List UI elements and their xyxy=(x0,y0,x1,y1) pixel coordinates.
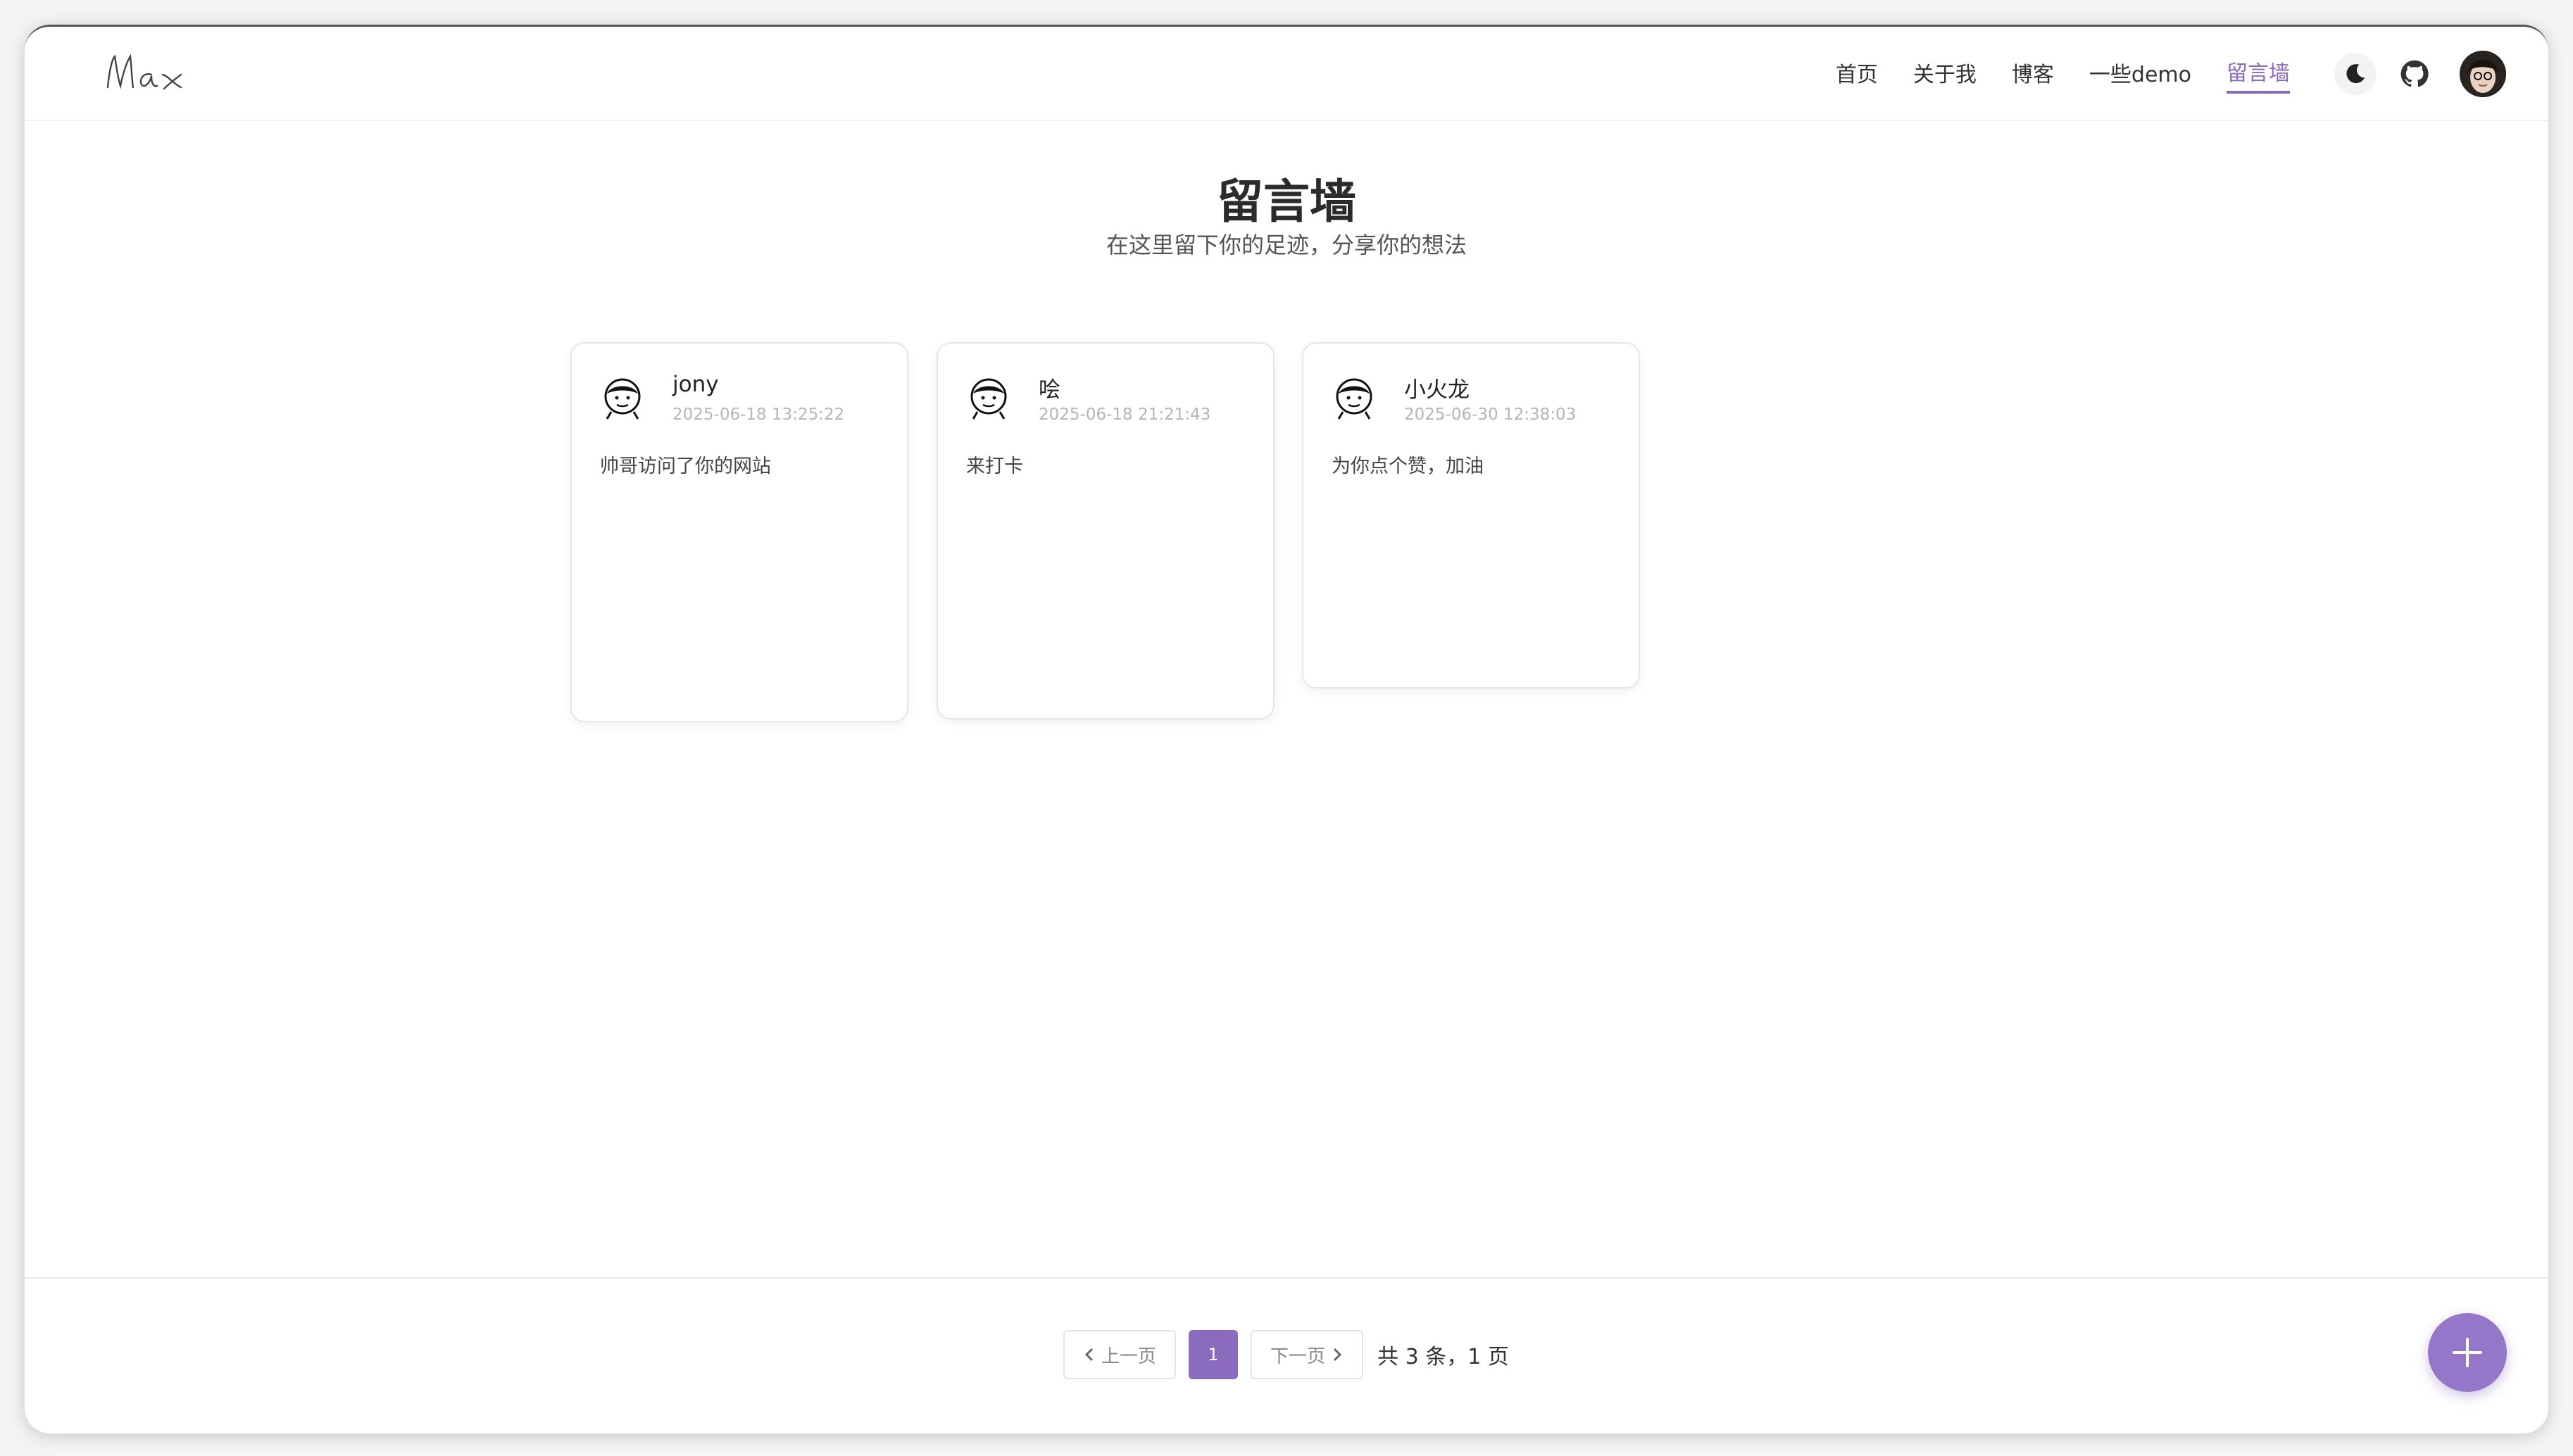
message-text: 帅哥访问了你的网站 xyxy=(600,456,771,477)
page-subtitle: 在这里留下你的足迹，分享你的想法 xyxy=(1106,232,1467,258)
message-card[interactable]: 哙 2025-06-18 21:21:43 来打卡 xyxy=(937,342,1275,720)
nav-item-home[interactable]: 首页 xyxy=(1836,57,1878,92)
message-author: 小火龙 xyxy=(1404,377,1470,403)
nav-icons xyxy=(2317,49,2506,99)
nav-item-guestbook[interactable]: 留言墙 xyxy=(2227,56,2290,94)
page-title: 留言墙 xyxy=(1217,175,1356,229)
user-avatar[interactable] xyxy=(2460,51,2506,97)
message-author: jony xyxy=(672,372,719,397)
message-text: 为你点个赞，加油 xyxy=(1332,456,1484,477)
prev-page-label: 上一页 xyxy=(1101,1345,1157,1367)
nav-item-blog[interactable]: 博客 xyxy=(2012,57,2054,92)
pagination-total: 共 3 条，1 页 xyxy=(1377,1345,1509,1369)
moon-icon xyxy=(2346,64,2365,84)
site-logo[interactable] xyxy=(102,44,201,103)
message-author: 哙 xyxy=(1039,377,1060,403)
message-text: 来打卡 xyxy=(966,456,1023,477)
github-button[interactable] xyxy=(2393,53,2436,95)
message-card[interactable]: 小火龙 2025-06-30 12:38:03 为你点个赞，加油 xyxy=(1302,342,1640,689)
plus-icon xyxy=(2453,1338,2482,1367)
github-icon xyxy=(2400,60,2429,87)
theme-toggle-button[interactable] xyxy=(2334,53,2377,95)
face-avatar-icon xyxy=(1336,378,1372,420)
main-nav: 首页 关于我 博客 一些demo 留言墙 xyxy=(1801,55,2290,94)
add-message-button[interactable] xyxy=(2428,1313,2507,1392)
chevron-left-icon xyxy=(1084,1348,1094,1362)
message-time: 2025-06-18 13:25:22 xyxy=(672,406,845,424)
message-card[interactable]: jony 2025-06-18 13:25:22 帅哥访问了你的网站 xyxy=(570,342,908,722)
message-time: 2025-06-30 12:38:03 xyxy=(1404,406,1577,424)
face-avatar-icon xyxy=(970,378,1007,420)
top-navbar: 首页 关于我 博客 一些demo 留言墙 xyxy=(25,27,2548,121)
prev-page-button[interactable]: 上一页 xyxy=(1063,1330,1177,1379)
page-number-button[interactable]: 1 xyxy=(1189,1330,1239,1379)
message-time: 2025-06-18 21:21:43 xyxy=(1039,406,1211,424)
browser-window: 首页 关于我 博客 一些demo 留言墙 留言墙 在这里留下你的足迹，分享你的想… xyxy=(25,25,2548,1433)
chevron-right-icon xyxy=(1333,1348,1342,1362)
face-avatar-icon xyxy=(604,378,641,420)
next-page-button[interactable]: 下一页 xyxy=(1251,1330,1364,1379)
avatar-image xyxy=(2460,51,2506,97)
nav-item-about[interactable]: 关于我 xyxy=(1913,57,1977,92)
pagination: 上一页 1 下一页 共 3 条，1 页 xyxy=(1063,1329,1509,1381)
nav-item-demo[interactable]: 一些demo xyxy=(2089,57,2191,92)
next-page-label: 下一页 xyxy=(1270,1345,1326,1367)
